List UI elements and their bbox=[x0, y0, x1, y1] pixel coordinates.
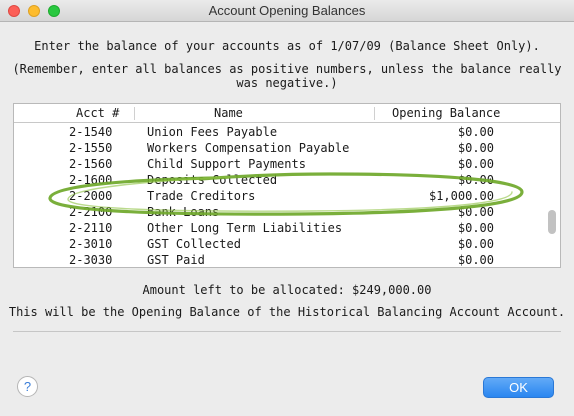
row-acct: 2-2100 bbox=[69, 205, 113, 219]
row-balance[interactable]: $1,000.00 bbox=[429, 189, 494, 203]
row-name: Workers Compensation Payable bbox=[147, 141, 350, 155]
table-row[interactable]: 2-3030 GST Paid $0.00 bbox=[14, 252, 544, 267]
row-balance[interactable]: $0.00 bbox=[458, 237, 494, 251]
row-acct: 2-1550 bbox=[69, 141, 113, 155]
column-header-opening-balance[interactable]: Opening Balance bbox=[392, 106, 500, 120]
table-header: Acct # Name Opening Balance bbox=[14, 104, 560, 123]
ok-button[interactable]: OK bbox=[483, 377, 554, 398]
divider bbox=[13, 331, 561, 332]
row-balance[interactable]: $0.00 bbox=[458, 157, 494, 171]
row-acct: 2-2110 bbox=[69, 221, 113, 235]
row-name: Child Support Payments bbox=[147, 157, 306, 171]
row-name: Other Long Term Liabilities bbox=[147, 221, 343, 235]
row-name: Bank Loans bbox=[147, 205, 220, 219]
window-title: Account Opening Balances bbox=[208, 3, 366, 18]
row-balance[interactable]: $0.00 bbox=[458, 141, 494, 155]
row-balance[interactable]: $0.00 bbox=[458, 173, 494, 187]
table-row[interactable]: 2-1550 Workers Compensation Payable $0.0… bbox=[14, 140, 544, 156]
row-balance[interactable]: $0.00 bbox=[458, 205, 494, 219]
row-name: Deposits Collected bbox=[147, 173, 278, 187]
table-row[interactable]: 2-2100 Bank Loans $0.00 bbox=[14, 204, 544, 220]
column-divider bbox=[374, 107, 375, 120]
table-row[interactable]: 2-1600 Deposits Collected $0.00 bbox=[14, 172, 544, 188]
title-bar: Account Opening Balances bbox=[0, 0, 574, 22]
instruction-line-2: (Remember, enter all balances as positiv… bbox=[12, 62, 562, 90]
table-scrollbar-thumb[interactable] bbox=[548, 210, 556, 234]
row-name: GST Collected bbox=[147, 237, 241, 251]
column-divider bbox=[134, 107, 135, 120]
column-header-acct[interactable]: Acct # bbox=[76, 106, 119, 120]
table-row[interactable]: 2-1560 Child Support Payments $0.00 bbox=[14, 156, 544, 172]
accounts-table: Acct # Name Opening Balance 2-1540 Union… bbox=[13, 103, 561, 268]
amount-left-label: Amount left to be allocated: $249,000.00 bbox=[142, 283, 432, 297]
row-acct: 2-1560 bbox=[69, 157, 113, 171]
row-balance[interactable]: $0.00 bbox=[458, 125, 494, 139]
column-header-name[interactable]: Name bbox=[214, 106, 243, 120]
row-name: Union Fees Payable bbox=[147, 125, 278, 139]
row-acct: 2-1600 bbox=[69, 173, 113, 187]
row-name: GST Paid bbox=[147, 253, 205, 267]
table-row[interactable]: 2-3010 GST Collected $0.00 bbox=[14, 236, 544, 252]
row-acct: 2-3030 bbox=[69, 253, 113, 267]
row-balance[interactable]: $0.00 bbox=[458, 221, 494, 235]
row-balance[interactable]: $0.00 bbox=[458, 253, 494, 267]
row-acct: 2-1540 bbox=[69, 125, 113, 139]
explanation-text: This will be the Opening Balance of the … bbox=[8, 305, 566, 319]
help-button[interactable]: ? bbox=[17, 376, 38, 397]
instruction-line-1: Enter the balance of your accounts as of… bbox=[34, 39, 540, 53]
table-row[interactable]: 2-1540 Union Fees Payable $0.00 bbox=[14, 124, 544, 140]
row-name: Trade Creditors bbox=[147, 189, 256, 203]
row-acct: 2-2000 bbox=[69, 189, 113, 203]
table-row[interactable]: 2-2110 Other Long Term Liabilities $0.00 bbox=[14, 220, 544, 236]
row-acct: 2-3010 bbox=[69, 237, 113, 251]
table-row-highlighted[interactable]: 2-2000 Trade Creditors $1,000.00 bbox=[14, 188, 544, 204]
